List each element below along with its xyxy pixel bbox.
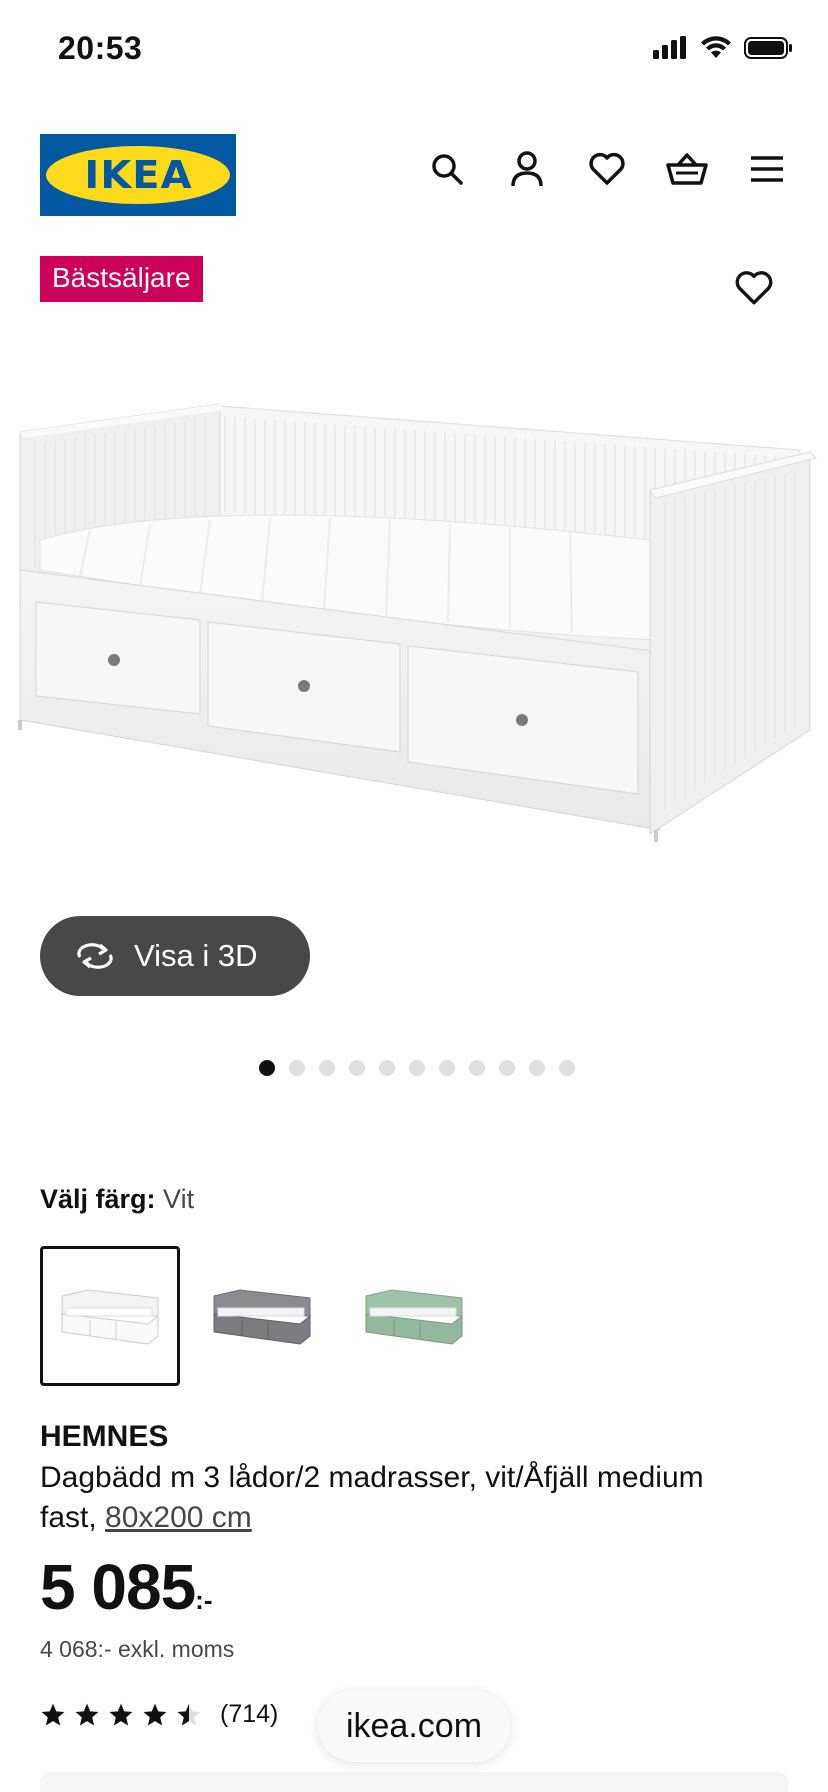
product-description: Dagbädd m 3 lådor/2 madrasser, vit/Åfjäl…: [40, 1458, 740, 1538]
rating-count: (714): [220, 1700, 279, 1728]
image-carousel-dots: [0, 1060, 828, 1076]
cellular-signal-icon: [653, 36, 686, 59]
product-image[interactable]: [10, 390, 818, 860]
header-nav: [426, 148, 788, 190]
carousel-dot[interactable]: [379, 1060, 395, 1076]
size-link[interactable]: 80x200 cm: [105, 1501, 252, 1534]
site-header: IKEA: [40, 134, 788, 216]
color-value: Vit: [163, 1184, 195, 1214]
basket-icon: [666, 153, 708, 185]
price-suffix: :-: [195, 1585, 213, 1615]
status-time: 20:53: [58, 30, 143, 66]
half-star-icon: [177, 1703, 201, 1726]
hamburger-menu-icon: [751, 156, 783, 182]
battery-icon: [744, 37, 792, 59]
carousel-dot[interactable]: [289, 1060, 305, 1076]
color-label-text: Välj färg:: [40, 1184, 156, 1214]
rotate-3d-icon: [77, 943, 113, 969]
star-icon: [143, 1703, 167, 1726]
carousel-dot[interactable]: [529, 1060, 545, 1076]
price-main: 5 085: [40, 1551, 196, 1623]
save-to-list-button[interactable]: [734, 270, 774, 310]
user-icon: [511, 151, 543, 187]
status-icons: [652, 36, 794, 60]
cart-button[interactable]: [666, 148, 708, 190]
carousel-dot[interactable]: [319, 1060, 335, 1076]
rating-stars: [40, 1702, 202, 1728]
product-price: 5 085:-: [40, 1550, 212, 1624]
star-icon: [109, 1703, 133, 1726]
status-bar: 20:53: [0, 0, 828, 100]
menu-button[interactable]: [746, 148, 788, 190]
carousel-dot[interactable]: [499, 1060, 515, 1076]
daybed-thumbnail-white: [61, 1289, 159, 1345]
swatch-grey[interactable]: [192, 1246, 332, 1386]
carousel-dot[interactable]: [559, 1060, 575, 1076]
carousel-dot[interactable]: [259, 1060, 275, 1076]
view-in-3d-label: Visa i 3D: [134, 938, 258, 973]
star-icon: [75, 1703, 99, 1726]
wishlist-button[interactable]: [586, 148, 628, 190]
heart-icon: [589, 152, 625, 185]
daybed-thumbnail-green: [365, 1289, 463, 1345]
color-selector-label: Välj färg: Vit: [40, 1184, 194, 1215]
color-swatches: [40, 1246, 484, 1386]
swatch-white[interactable]: [40, 1246, 180, 1386]
daybed-thumbnail-grey: [213, 1289, 311, 1345]
daybed-illustration: [18, 403, 817, 842]
carousel-dot[interactable]: [469, 1060, 485, 1076]
account-button[interactable]: [506, 148, 548, 190]
product-name: HEMNES: [40, 1420, 169, 1453]
bottom-card: [40, 1772, 788, 1792]
product-rating[interactable]: (714): [40, 1700, 278, 1729]
view-in-3d-button[interactable]: Visa i 3D: [40, 916, 310, 996]
heart-icon: [735, 271, 773, 305]
bestseller-badge: Bästsäljare: [40, 256, 203, 302]
carousel-dot[interactable]: [439, 1060, 455, 1076]
carousel-dot[interactable]: [409, 1060, 425, 1076]
logo-oval: IKEA: [46, 146, 230, 204]
logo-text: IKEA: [83, 153, 193, 197]
ikea-logo[interactable]: IKEA: [40, 134, 236, 216]
star-icon: [41, 1703, 65, 1726]
carousel-dot[interactable]: [349, 1060, 365, 1076]
swatch-green[interactable]: [344, 1246, 484, 1386]
search-button[interactable]: [426, 148, 468, 190]
browser-url-bar[interactable]: ikea.com: [318, 1690, 510, 1762]
price-excluding-vat: 4 068:- exkl. moms: [40, 1636, 235, 1662]
search-icon: [432, 154, 463, 185]
wifi-icon: [701, 36, 731, 58]
